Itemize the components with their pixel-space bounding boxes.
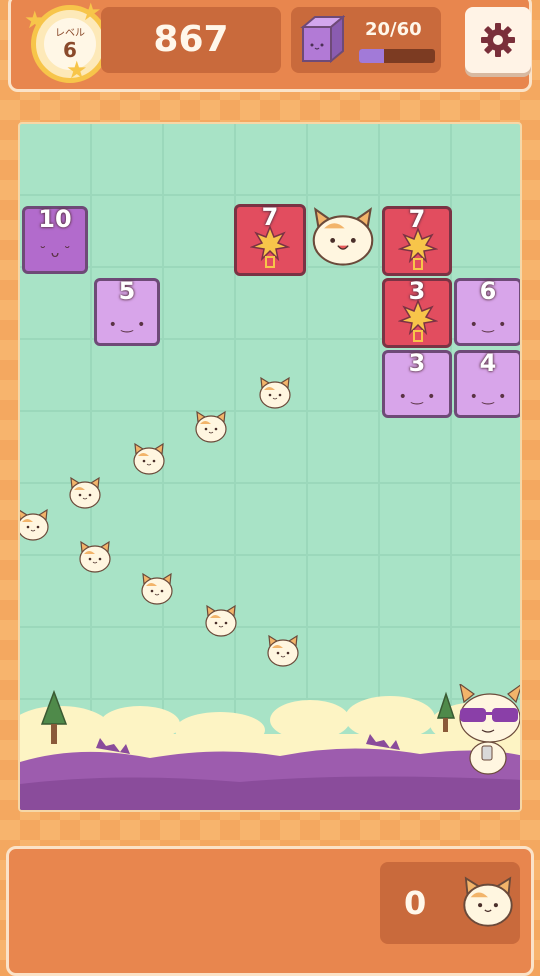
level-label: レベル [55,28,85,39]
block-hits: 6 [479,277,497,305]
purple-block-icon [300,15,345,63]
explosion-icon [250,224,290,268]
bomb-block: 7 [234,203,306,276]
score-panel: 867 [101,7,281,73]
cat-ball-icon [195,411,227,443]
top-hud: レベル 6 ★ ★ ★ 867 20/60 [8,0,532,92]
cat-ball-icon [20,509,49,541]
block: 5 • ‿ • [94,277,160,346]
blocks-progress-bar [359,49,435,63]
block-face: • ‿ • [469,389,507,405]
block-hits: 4 [479,349,497,377]
score-value: 867 [153,19,229,60]
cat-ball-icon [463,877,513,927]
gear-icon [481,23,515,57]
game-board[interactable]: 10 ˘ ᴗ ˘ 5 • ‿ • 7 7 3 6 • ‿ • 3 • ‿ • 4 [18,122,522,812]
ground-scenery [20,684,520,810]
star-icon: ★ [24,6,46,34]
blocks-progress-fill [359,49,385,63]
ball-counter-panel: 0 [380,862,520,944]
star-icon: ★ [66,56,88,84]
block: 4 • ‿ • [454,349,520,418]
star-icon: ★ [80,0,102,26]
ball-count: 0 [404,884,427,922]
cat-ball-icon [259,377,291,409]
block: 10 ˘ ᴗ ˘ [22,205,88,274]
bomb-block: 3 [382,277,452,348]
blocks-counter-text: 20/60 [365,19,422,40]
block-face: • ‿ • [108,317,146,333]
cat-ball-icon [69,477,101,509]
settings-button[interactable] [465,7,531,73]
level-badge: レベル 6 ★ ★ ★ [24,0,109,84]
block-face: • ‿ • [469,317,507,333]
block-hits: 3 [408,349,426,377]
cat-ball-icon [141,573,173,605]
cat-ball-icon [267,635,299,667]
block-face: ˘ ᴗ ˘ [39,245,71,261]
blocks-counter-panel: 20/60 [291,7,441,73]
cat-ball-icon [79,541,111,573]
bomb-block: 7 [382,205,452,276]
cat-ball-icon [205,605,237,637]
block-hits: 10 [38,205,72,233]
block: 3 • ‿ • [382,349,452,418]
block: 6 • ‿ • [454,277,520,346]
cat-ball-icon [133,443,165,475]
block-hits: 5 [118,277,136,305]
block-face: • ‿ • [398,389,436,405]
explosion-icon [398,298,438,342]
explosion-icon [398,226,438,270]
cat-ball-icon [312,207,374,266]
